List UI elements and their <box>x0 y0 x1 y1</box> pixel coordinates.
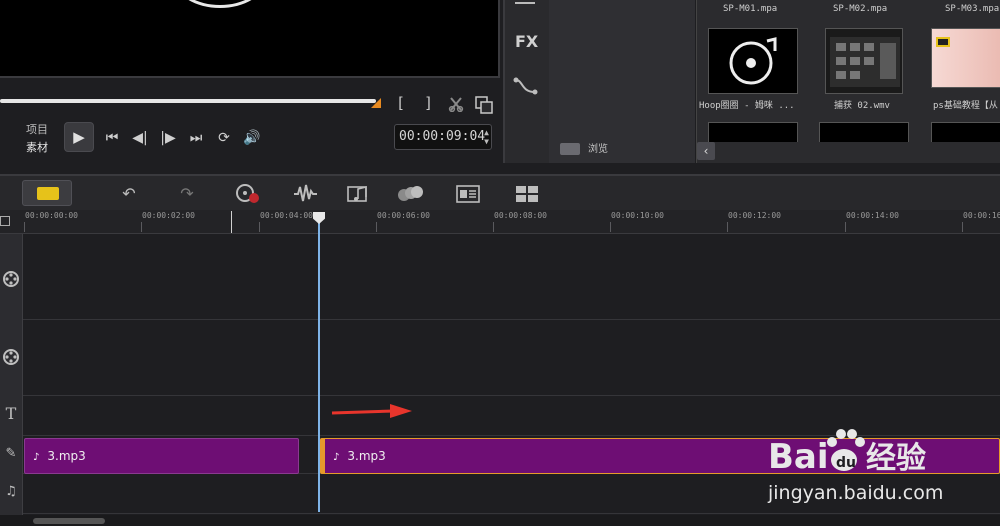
library-item-row2[interactable] <box>819 122 909 142</box>
ruler-tick <box>610 222 611 232</box>
library-scroll-left-button[interactable]: ‹ <box>697 142 715 160</box>
split-clip-icon[interactable] <box>448 96 464 116</box>
timeline-view-button[interactable] <box>22 180 72 206</box>
volume-icon[interactable]: 🔊 <box>242 128 262 148</box>
multi-camera-icon[interactable] <box>514 183 540 205</box>
timeline-toolbar <box>0 174 1000 210</box>
transition-tab-icon[interactable] <box>513 76 539 102</box>
annotation-arrow-icon <box>330 403 414 425</box>
ruler-tick-label: 00:00:12:00 <box>728 211 781 220</box>
ruler-tick-label: 00:00:06:00 <box>377 211 430 220</box>
library-item-hoop[interactable] <box>708 28 798 94</box>
music-disc-icon <box>729 37 777 85</box>
ruler-tick-label: 00:00:08:00 <box>494 211 547 220</box>
baidu-logo: Bai du 经验 <box>766 420 956 482</box>
ruler-tick-label: 00:00:00:00 <box>25 211 78 220</box>
mark-in-button[interactable]: [ <box>396 94 405 112</box>
timeline-horizontal-scrollbar[interactable] <box>0 515 1000 526</box>
scrubber-trim-marker[interactable] <box>371 98 381 108</box>
auto-music-icon[interactable] <box>346 183 372 205</box>
timecode-stepper[interactable]: ▲ ▼ <box>484 128 489 146</box>
library-panel <box>549 0 695 163</box>
ruler-tick-label: 00:00:16 <box>963 211 1000 220</box>
thumb-caption: SP-M02.mpa <box>833 4 888 14</box>
video-badge-icon <box>936 37 950 47</box>
timeline-view-icon <box>37 187 59 200</box>
redo-icon[interactable]: ↷ <box>174 183 200 205</box>
video-thumb-icon <box>830 37 900 87</box>
library-side-toolbar: FX <box>503 0 549 163</box>
library-item-ps[interactable] <box>931 28 1000 88</box>
go-start-icon[interactable]: ⏮ <box>102 128 122 148</box>
ruler-tick-label: 00:00:04:00 <box>260 211 313 220</box>
ruler-tick <box>493 222 494 232</box>
playhead[interactable] <box>318 212 320 512</box>
ruler-tick <box>845 222 846 232</box>
preview-graphic <box>175 0 265 8</box>
go-end-icon[interactable]: ⏭ <box>186 128 206 148</box>
timecode-value: 00:00:09:04 <box>399 129 486 144</box>
fx-tab-icon[interactable]: FX <box>515 32 538 51</box>
folder-icon <box>560 143 580 155</box>
thumb-caption: ps基础教程【从 <box>933 101 998 111</box>
ruler-tick-label: 00:00:10:00 <box>611 211 664 220</box>
next-frame-icon[interactable]: |▶ <box>158 128 178 148</box>
ruler-tick <box>259 222 260 232</box>
thumb-caption: SP-M03.mpa <box>945 4 1000 14</box>
library-thumbnails: SP-M01.mpa SP-M02.mpa SP-M03.mpa Hoop圈圈 … <box>696 0 1000 163</box>
ruler-tick <box>376 222 377 232</box>
voice-track-icon[interactable]: ✎ <box>0 446 22 461</box>
ruler-tick <box>24 222 25 232</box>
undo-icon[interactable]: ↶ <box>116 183 142 205</box>
clip-name: 3.mp3 <box>47 449 86 463</box>
library-item-capture[interactable] <box>825 28 903 94</box>
preview-window <box>0 0 500 78</box>
ruler-tick <box>727 222 728 232</box>
media-tab-icon[interactable] <box>515 0 535 4</box>
voice-clip[interactable]: ♪ 3.mp3 <box>24 438 299 474</box>
clip-name: 3.mp3 <box>347 449 386 463</box>
mode-clip-label[interactable]: 素材 <box>26 139 48 155</box>
overlay-track[interactable] <box>23 320 1000 396</box>
record-capture-icon[interactable] <box>234 183 260 205</box>
scrollbar-thumb[interactable] <box>33 518 105 524</box>
library-item-row2[interactable] <box>931 122 1000 142</box>
play-button[interactable]: ▶ <box>64 122 94 152</box>
mark-out-button[interactable]: ] <box>424 94 433 112</box>
mode-project-label[interactable]: 项目 <box>26 121 48 137</box>
timecode-field[interactable]: 00:00:09:04 ▲ ▼ <box>394 124 492 150</box>
svg-text:Bai: Bai <box>768 437 829 477</box>
browse-button[interactable]: 浏览 <box>560 140 608 155</box>
thumb-caption: SP-M01.mpa <box>723 4 778 14</box>
video-track[interactable] <box>23 242 1000 320</box>
sound-mixer-icon[interactable] <box>292 183 318 205</box>
svg-text:du: du <box>836 455 856 471</box>
title-track-icon[interactable]: T <box>0 404 22 423</box>
ruler-tick-label: 00:00:02:00 <box>142 211 195 220</box>
repeat-icon[interactable]: ⟳ <box>214 128 234 148</box>
overlay-track-icon[interactable] <box>0 346 22 372</box>
audio-clip-icon: ♪ <box>33 452 40 463</box>
ruler-tick <box>962 222 963 232</box>
svg-text:经验: 经验 <box>866 441 926 476</box>
subtitle-editor-icon[interactable] <box>455 183 481 205</box>
ruler-tick-label: 00:00:14:00 <box>846 211 899 220</box>
ruler-tick <box>141 222 142 232</box>
scrubber-bar[interactable] <box>0 99 376 103</box>
previous-frame-icon[interactable]: ◀| <box>130 128 150 148</box>
library-item-row2[interactable] <box>708 122 798 142</box>
browse-label: 浏览 <box>588 144 608 155</box>
video-track-icon[interactable] <box>0 268 22 294</box>
audio-clip-icon: ♪ <box>333 452 340 463</box>
thumb-caption: Hoop圈圈 - 姆咪 ... <box>699 101 795 111</box>
motion-tracking-icon[interactable] <box>396 183 423 205</box>
track-manager-icon[interactable] <box>0 216 10 226</box>
ruler-marker <box>231 211 232 233</box>
watermark-url: jingyan.baidu.com <box>768 482 944 504</box>
thumb-caption: 捕获 02.wmv <box>834 101 890 111</box>
music-track-icon[interactable]: ♫ <box>0 484 22 499</box>
